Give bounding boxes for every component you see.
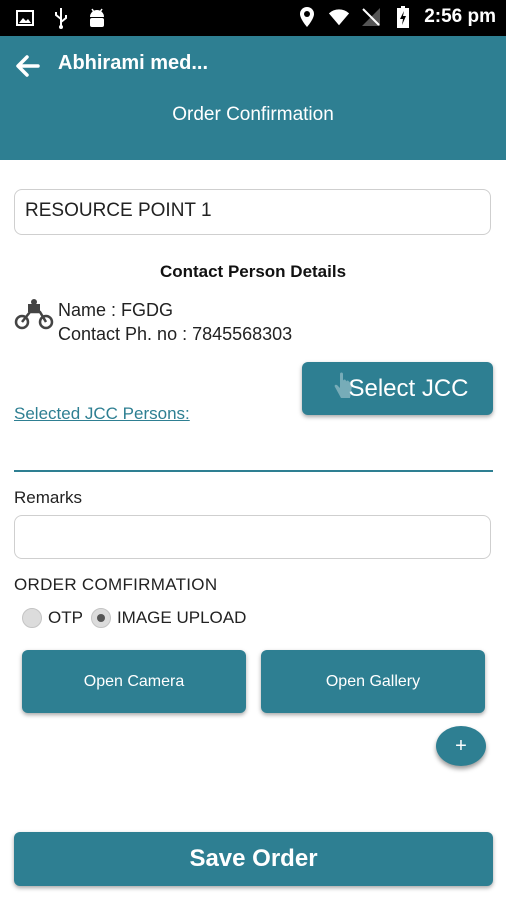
status-time: 2:56 pm <box>424 6 496 27</box>
arrow-left-icon[interactable] <box>14 52 42 80</box>
open-camera-button[interactable]: Open Camera <box>22 650 246 713</box>
section-divider <box>14 470 493 472</box>
add-button[interactable]: + <box>436 726 486 766</box>
app-title: Abhirami med... <box>58 52 209 74</box>
resource-point-field[interactable]: RESOURCE POINT 1 <box>14 189 491 235</box>
remarks-input[interactable] <box>14 515 491 559</box>
motorbike-icon <box>14 298 54 330</box>
status-right-icons: 2:56 pm <box>296 5 496 29</box>
app-bar: Abhirami med... Order Confirmation <box>0 36 506 160</box>
selected-jcc-persons-link[interactable]: Selected JCC Persons: <box>14 404 190 424</box>
wifi-icon <box>328 5 350 29</box>
no-signal-icon <box>360 5 382 29</box>
contact-name: Name : FGDG <box>58 300 174 320</box>
select-jcc-label: Select JCC <box>348 374 469 402</box>
otp-radio-label: OTP <box>48 608 83 627</box>
select-jcc-button[interactable]: Select JCC <box>302 362 493 415</box>
battery-icon <box>392 5 414 29</box>
image-upload-radio-label: IMAGE UPLOAD <box>116 608 247 627</box>
android-icon <box>86 6 108 30</box>
image-icon <box>14 6 36 30</box>
status-bar: 2:56 pm <box>0 0 506 36</box>
image-upload-radio[interactable] <box>90 608 111 628</box>
hand-pointer-icon <box>332 372 354 402</box>
confirmation-method-radio-group: OTP IMAGE UPLOAD <box>22 608 254 628</box>
location-icon <box>296 5 318 29</box>
open-gallery-button[interactable]: Open Gallery <box>261 650 485 713</box>
remarks-label: Remarks <box>14 488 83 507</box>
usb-icon <box>50 6 72 30</box>
order-confirmation-label: ORDER COMFIRMATION <box>14 575 218 594</box>
otp-radio[interactable] <box>22 608 42 628</box>
status-left-icons <box>14 6 108 30</box>
contact-person-heading: Contact Person Details <box>159 262 347 281</box>
save-order-button[interactable]: Save Order <box>14 832 493 886</box>
page-title: Order Confirmation <box>172 104 334 125</box>
contact-phone: Contact Ph. no : 7845568303 <box>58 324 293 344</box>
